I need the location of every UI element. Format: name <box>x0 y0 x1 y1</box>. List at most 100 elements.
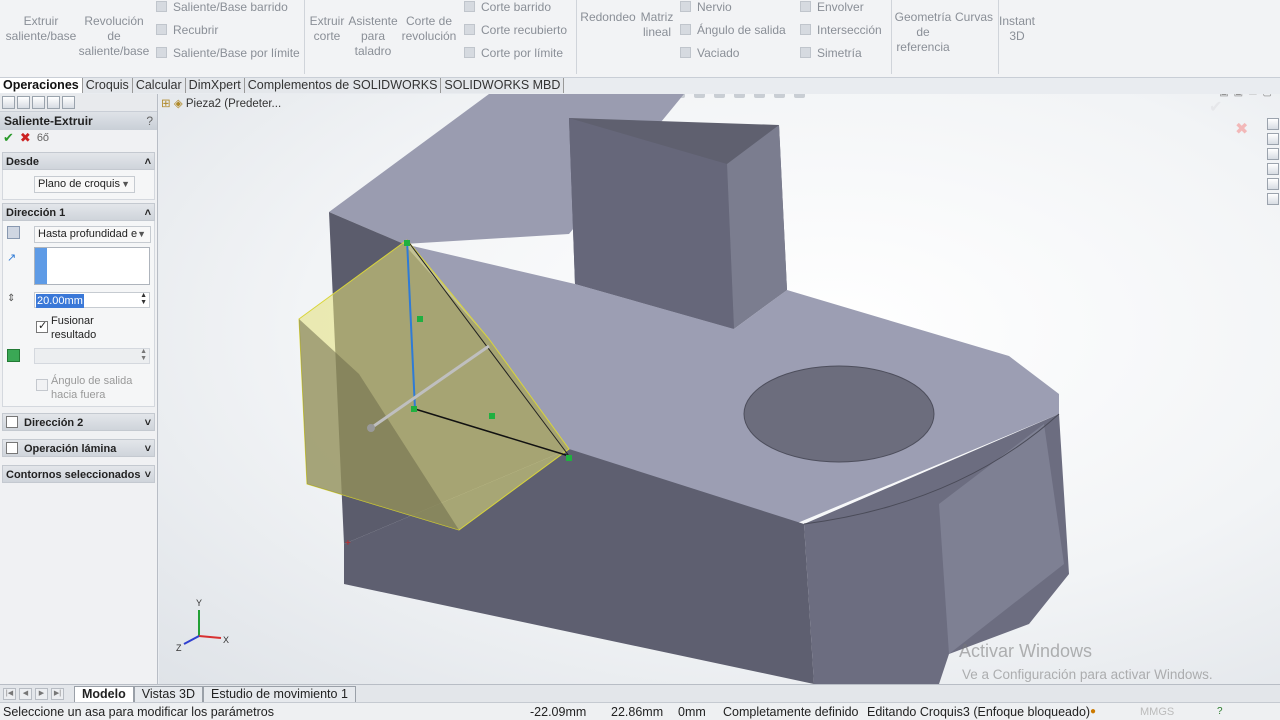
sketch-point[interactable] <box>411 406 417 412</box>
model-canvas[interactable]: ✔ ✖ + Y X Z <box>159 94 1280 684</box>
group-direccion1[interactable]: Dirección 1 ˄ <box>2 203 155 221</box>
first-tab-icon[interactable]: |◀ <box>3 687 16 700</box>
rebuild-icon[interactable]: ● <box>1090 703 1096 720</box>
instant3d-button[interactable]: Instant 3D <box>998 14 1036 44</box>
last-tab-icon[interactable]: ▶| <box>51 687 64 700</box>
tab-complementos[interactable]: Complementos de SOLIDWORKS <box>244 78 442 93</box>
interseccion-button[interactable]: Intersección <box>800 22 882 38</box>
help-icon[interactable]: ? <box>146 112 153 130</box>
windows-activation-title: Activar Windows <box>959 641 1093 661</box>
envolver-button[interactable]: Envolver <box>800 0 864 15</box>
graphics-area[interactable]: ⊞ ◈ Pieza2 (Predeter... ▣ ▣ ▭ ▢ ✔ ✖ <box>159 94 1280 684</box>
tab-modelo[interactable]: Modelo <box>74 685 134 702</box>
corte-revolucion-button[interactable]: Corte de revolución <box>399 14 459 44</box>
recubrir-button[interactable]: Recubrir <box>156 22 218 38</box>
origin-icon: + <box>345 538 351 549</box>
matriz-lineal-button[interactable]: Matriz lineal <box>638 10 676 40</box>
simetria-button[interactable]: Simetría <box>800 45 862 61</box>
draft-toggle-icon[interactable] <box>7 349 20 362</box>
fusionar-label: Fusionar resultado <box>51 315 97 341</box>
loft-icon <box>156 24 167 35</box>
tab-estudio-movimiento[interactable]: Estudio de movimiento 1 <box>203 685 356 702</box>
boundary-cut-icon <box>464 47 475 58</box>
spin-arrows-icon[interactable]: ▲ ▼ <box>140 292 147 306</box>
status-message: Seleccione un asa para modificar los par… <box>3 705 274 719</box>
feature-tree-icon[interactable] <box>2 96 15 109</box>
confirm-cancel-icon[interactable]: ✖ <box>1235 121 1248 138</box>
group-desde-body: Plano de croquis ▼ <box>2 170 155 200</box>
tab-operaciones[interactable]: Operaciones <box>0 78 83 93</box>
sketch-status: Completamente definido <box>723 705 859 719</box>
next-tab-icon[interactable]: ▶ <box>35 687 48 700</box>
direction-selection-box[interactable] <box>34 247 150 285</box>
rib-icon <box>680 1 691 12</box>
extruir-corte-button[interactable]: Extruir corte <box>306 14 348 44</box>
curvas-button[interactable]: Curvas <box>954 10 994 25</box>
cancel-button[interactable]: ✖ <box>20 130 31 146</box>
status-bar: Seleccione un asa para modificar los par… <box>0 702 1280 720</box>
hole <box>744 366 934 462</box>
sketch-point[interactable] <box>404 240 410 246</box>
revolucion-saliente-button[interactable]: Revolución de saliente/base <box>78 14 150 59</box>
spin-arrows-icon[interactable]: ▲ ▼ <box>140 348 147 362</box>
saliente-barrido-button[interactable]: Saliente/Base barrido <box>156 0 288 15</box>
configuration-manager-icon[interactable] <box>32 96 45 109</box>
intersect-icon <box>800 24 811 35</box>
sketch-point[interactable] <box>489 413 495 419</box>
draft-angle-input[interactable]: ▲ ▼ <box>34 348 150 364</box>
ribbon-separator <box>891 0 892 74</box>
angulo-salida-button[interactable]: Ángulo de salida <box>680 22 786 38</box>
detailed-preview-icon[interactable]: 6ő <box>37 130 49 146</box>
help-icon[interactable]: ? <box>1217 703 1223 720</box>
group-direccion2[interactable]: Dirección 2 ˅ <box>2 413 155 431</box>
direccion2-checkbox[interactable] <box>6 416 18 428</box>
extruir-saliente-button[interactable]: Extruir saliente/base <box>4 14 78 44</box>
confirm-ok-icon[interactable]: ✔ <box>1209 99 1222 116</box>
windows-activation-subtitle: Ve a Configuración para activar Windows. <box>962 667 1213 682</box>
coordinate-triad: Y X Z <box>176 598 229 653</box>
group-desde[interactable]: Desde ˄ <box>2 152 155 170</box>
desde-select[interactable]: Plano de croquis ▼ <box>34 176 135 193</box>
direction-vector-icon: ↗ <box>7 252 17 264</box>
group-operacion-lamina[interactable]: Operación lámina ˅ <box>2 439 155 457</box>
dimxpert-manager-icon[interactable] <box>47 96 60 109</box>
triad-x-label: X <box>223 635 229 645</box>
mirror-icon <box>800 47 811 58</box>
selection-active-indicator <box>35 248 47 284</box>
saliente-limite-button[interactable]: Saliente/Base por límite <box>156 45 300 61</box>
asistente-taladro-button[interactable]: Asistente para taladro <box>347 14 399 59</box>
ok-button[interactable]: ✔ <box>3 130 14 146</box>
property-manager: Saliente-Extruir ? ✔ ✖ 6ő Desde ˄ Plano d… <box>0 94 158 684</box>
tab-dimxpert[interactable]: DimXpert <box>185 78 245 93</box>
corte-recubierto-button[interactable]: Corte recubierto <box>464 22 567 38</box>
tab-calcular[interactable]: Calcular <box>132 78 186 93</box>
corte-limite-button[interactable]: Corte por límite <box>464 45 563 61</box>
vaciado-button[interactable]: Vaciado <box>680 45 739 61</box>
angulo-salida-checkbox[interactable] <box>36 379 48 391</box>
sketch-point[interactable] <box>566 455 572 461</box>
tab-croquis[interactable]: Croquis <box>82 78 133 93</box>
redondeo-button[interactable]: Redondeo <box>578 10 638 25</box>
geometria-referencia-button[interactable]: Geometría de referencia <box>893 10 953 55</box>
triad-y-label: Y <box>196 598 202 608</box>
drag-handle[interactable] <box>367 424 375 432</box>
fusionar-checkbox[interactable] <box>36 319 48 333</box>
end-condition-select[interactable]: Hasta profundidad e ▼ <box>34 226 151 243</box>
tab-vistas-3d[interactable]: Vistas 3D <box>133 685 204 702</box>
corte-barrido-button[interactable]: Corte barrido <box>464 0 551 15</box>
reverse-direction-icon[interactable] <box>7 226 20 239</box>
nervio-button[interactable]: Nervio <box>680 0 732 15</box>
property-manager-icon[interactable] <box>17 96 30 109</box>
prev-tab-icon[interactable]: ◀ <box>19 687 32 700</box>
group-contornos[interactable]: Contornos seleccionados ˅ <box>2 465 155 483</box>
bottom-tabs: |◀ ◀ ▶ ▶| Modelo Vistas 3D Estudio de mo… <box>0 684 1280 702</box>
depth-input[interactable]: 20.00mm ▲ ▼ <box>34 292 150 308</box>
units-selector[interactable]: MMGS <box>1140 703 1174 720</box>
display-manager-icon[interactable] <box>62 96 75 109</box>
operacion-lamina-checkbox[interactable] <box>6 442 18 454</box>
tab-mbd[interactable]: SOLIDWORKS MBD <box>441 78 565 93</box>
status-x-coordinate: -22.09mm <box>530 705 587 719</box>
sketch-point[interactable] <box>417 316 423 322</box>
draft-icon <box>680 24 691 35</box>
status-y-coordinate: 22.86mm <box>611 705 664 719</box>
